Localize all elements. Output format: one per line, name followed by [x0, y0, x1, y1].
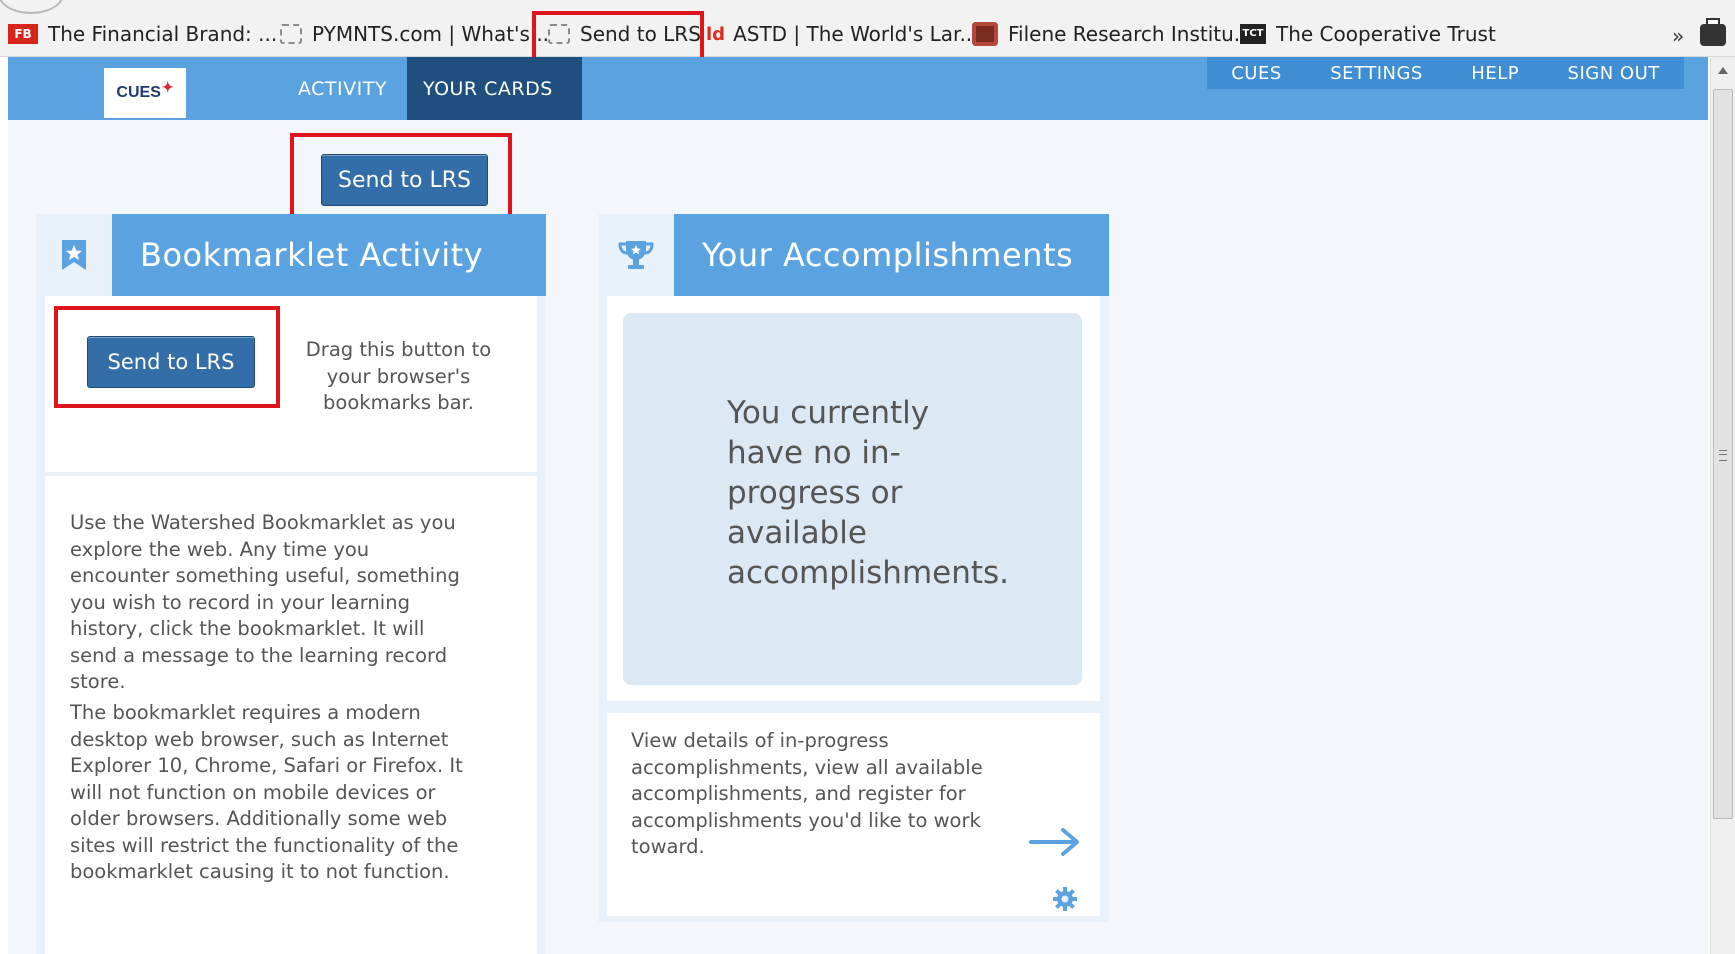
- bookmark-financial-brand[interactable]: FB The Financial Brand: ...: [8, 20, 277, 48]
- nav-link-sign-out[interactable]: SIGN OUT: [1568, 63, 1660, 84]
- page-icon: [548, 24, 570, 44]
- card-header: Bookmarklet Activity: [36, 214, 546, 296]
- empty-message: You currently have no in-progress or ava…: [727, 395, 1010, 591]
- tab-your-cards[interactable]: YOUR CARDS: [407, 57, 582, 120]
- bookmark-label: Filene Research Institu...: [1008, 22, 1253, 46]
- app-navbar: CUES ✦ ACTIVITY YOUR CARDS CUES SETTINGS …: [8, 57, 1708, 120]
- bookmark-astd[interactable]: ld ASTD | The World's Lar...: [706, 20, 979, 48]
- bookmarklet-paragraph-2: The bookmarklet requires a modern deskto…: [70, 701, 463, 883]
- printer-icon[interactable]: [1700, 18, 1726, 46]
- send-to-lrs-bookmarklet-button[interactable]: Send to LRS: [87, 336, 255, 388]
- scroll-thumb[interactable]: [1713, 89, 1733, 819]
- page-icon: [280, 24, 302, 44]
- bookmark-label: Send to LRS: [580, 22, 701, 46]
- accomplishments-card: Your Accomplishments You currently have …: [598, 214, 1109, 922]
- tab-activity[interactable]: ACTIVITY: [282, 57, 416, 120]
- bookmark-filene[interactable]: Filene Research Institu...: [972, 20, 1253, 48]
- divider: [607, 701, 1100, 713]
- tct-icon: TCT: [1240, 24, 1266, 44]
- filene-icon: [972, 22, 998, 46]
- bookmark-pymnts[interactable]: PYMNTS.com | What's...: [280, 20, 549, 48]
- card-title: Your Accomplishments: [674, 214, 1109, 296]
- scroll-up-arrow-icon[interactable]: [1718, 67, 1728, 74]
- logo-star-icon: ✦: [161, 78, 174, 95]
- card-header: Your Accomplishments: [598, 214, 1109, 296]
- button-label: Send to LRS: [338, 167, 471, 193]
- empty-accomplishments-box: You currently have no in-progress or ava…: [623, 313, 1082, 685]
- drag-hint: Drag this button to your browser's bookm…: [305, 338, 492, 414]
- bookmark-cooperative-trust[interactable]: TCT The Cooperative Trust: [1240, 20, 1496, 48]
- bookmarks-bar: FB The Financial Brand: ... PYMNTS.com |…: [0, 0, 1735, 57]
- bookmark-label: PYMNTS.com | What's...: [312, 22, 550, 46]
- page-scrollbar[interactable]: [1710, 57, 1735, 954]
- financial-brand-icon: FB: [8, 24, 38, 44]
- card-title: Bookmarklet Activity: [112, 214, 546, 296]
- nav-link-help[interactable]: HELP: [1471, 63, 1519, 84]
- astd-icon: ld: [706, 23, 726, 45]
- bookmarklet-paragraph-1: Use the Watershed Bookmarklet as you exp…: [70, 511, 460, 693]
- trophy-icon: [598, 214, 674, 296]
- user-nav: CUES SETTINGS HELP SIGN OUT: [1207, 57, 1684, 89]
- bookmarklet-activity-card: Bookmarklet Activity Drag this button to…: [36, 214, 546, 954]
- bookmark-send-to-lrs[interactable]: Send to LRS: [548, 20, 701, 48]
- scroll-grip-icon: [1719, 450, 1727, 461]
- send-to-lrs-button-top[interactable]: Send to LRS: [321, 154, 488, 206]
- logo-text: CUES: [116, 84, 161, 101]
- cues-logo[interactable]: CUES ✦: [104, 68, 186, 118]
- arrow-right-icon[interactable]: [1029, 826, 1081, 858]
- bookmark-label: The Financial Brand: ...: [48, 22, 278, 46]
- gear-icon[interactable]: [1052, 886, 1078, 912]
- nav-link-cues[interactable]: CUES: [1231, 63, 1282, 84]
- bookmark-label: The Cooperative Trust: [1276, 22, 1496, 46]
- tab-label: YOUR CARDS: [423, 77, 553, 100]
- accomplishments-description: View details of in-progress accomplishme…: [631, 729, 983, 858]
- nav-link-settings[interactable]: SETTINGS: [1330, 63, 1423, 84]
- bookmark-label: ASTD | The World's Lar...: [733, 22, 979, 46]
- bookmarks-overflow-chevron-icon[interactable]: »: [1672, 24, 1684, 48]
- bookmarklet-description: Use the Watershed Bookmarklet as you exp…: [45, 476, 537, 954]
- button-label: Send to LRS: [107, 350, 235, 374]
- browser-button-edge: [0, 0, 64, 14]
- tab-label: ACTIVITY: [298, 77, 387, 100]
- bookmark-star-icon: [36, 214, 112, 296]
- accomplishments-body: You currently have no in-progress or ava…: [607, 296, 1100, 916]
